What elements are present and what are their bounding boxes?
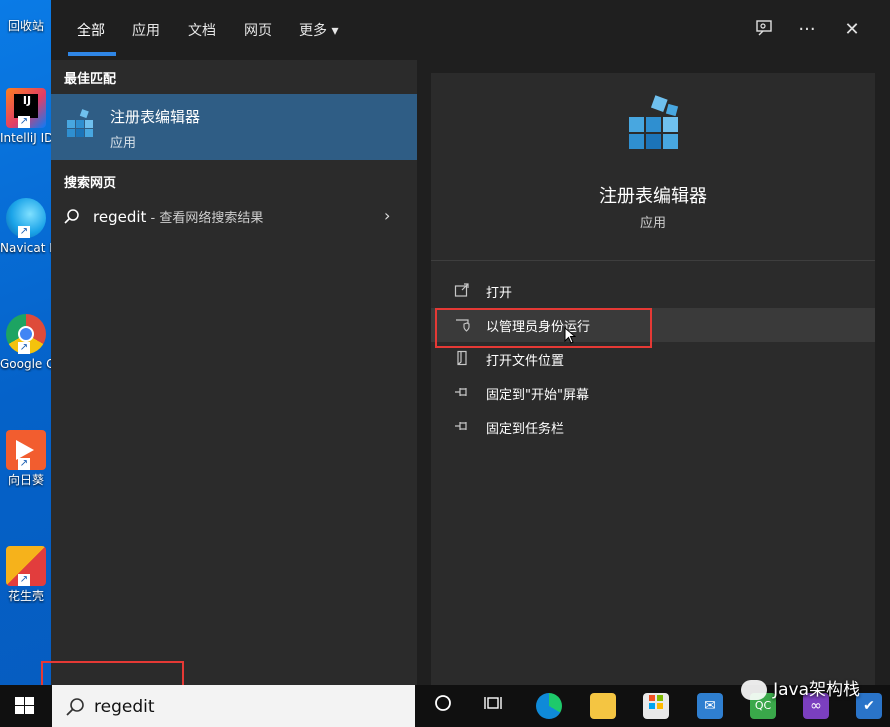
tab-documents[interactable]: 文档 — [188, 20, 216, 40]
windows-start-icon[interactable] — [15, 697, 35, 719]
desktop-icon-navicat[interactable]: ↗ Navicat Premium — [0, 198, 52, 256]
sunlogin-icon: ↗ — [6, 430, 46, 470]
desktop-icon-label: Navicat Premium — [0, 241, 52, 255]
watermark-text: Java架构栈 — [773, 680, 860, 700]
search-filter-bar: 全部 应用 文档 网页 更多 ▾ ··· ✕ — [51, 0, 890, 60]
action-open-label: 打开 — [486, 286, 513, 301]
regedit-icon — [65, 108, 97, 142]
chrome-icon: ↗ — [6, 314, 46, 354]
tab-all[interactable]: 全部 — [77, 20, 105, 40]
edge-icon[interactable] — [536, 693, 562, 719]
shortcut-arrow-icon: ↗ — [18, 574, 30, 586]
desktop-icon-label: Google Chrome — [0, 357, 52, 371]
pin-icon — [453, 384, 471, 402]
desktop-icon-label: IntelliJ IDEA 2020.3.2 — [0, 131, 52, 145]
desktop-icon-label: 向日葵 — [7, 473, 44, 487]
file-location-icon — [453, 350, 471, 368]
best-match-item[interactable]: 注册表编辑器 应用 — [51, 94, 417, 160]
desktop-icon-chrome[interactable]: ↗ Google Chrome — [0, 314, 52, 372]
watermark: Java架构栈 — [741, 675, 860, 700]
microsoft-store-icon[interactable] — [643, 693, 669, 719]
desktop-icon-label: 花生壳 — [7, 589, 44, 603]
tab-more[interactable]: 更多 ▾ — [299, 20, 338, 40]
tab-web[interactable]: 网页 — [244, 20, 272, 40]
action-pin-to-taskbar-label: 固定到任务栏 — [486, 422, 565, 437]
search-input[interactable] — [92, 693, 396, 721]
wechat-icon — [741, 680, 768, 700]
navicat-icon: ↗ — [6, 198, 46, 238]
shortcut-arrow-icon: ↗ — [18, 342, 30, 354]
intellij-icon: IJ ↗ — [6, 88, 46, 128]
chevron-right-icon[interactable]: › — [384, 206, 390, 225]
desktop-icon-oray[interactable]: ↗ 花生壳 — [0, 546, 52, 604]
desktop-icon-label: 回收站 — [7, 19, 44, 33]
taskbar-search-box[interactable] — [52, 685, 415, 727]
section-web-search: 搜索网页 — [64, 176, 117, 191]
web-search-text: regedit - 查看网络搜索结果 — [93, 207, 263, 226]
oray-icon: ↗ — [6, 546, 46, 586]
pin-icon — [453, 418, 471, 436]
active-tab-indicator — [68, 52, 116, 56]
best-match-name: 注册表编辑器 — [110, 108, 201, 126]
close-icon[interactable]: ✕ — [840, 18, 864, 42]
web-search-result[interactable]: regedit - 查看网络搜索结果 › — [51, 202, 417, 232]
desktop-icon-intellij[interactable]: IJ ↗ IntelliJ IDEA 2020.3.2 — [0, 88, 52, 146]
mail-icon[interactable]: ✉ — [697, 693, 723, 719]
shortcut-arrow-icon: ↗ — [18, 458, 30, 470]
results-pane: 最佳匹配 注册表编辑器 应用 搜索网页 regedit - 查看网络搜索结果 › — [51, 60, 417, 685]
section-best-match: 最佳匹配 — [64, 72, 117, 87]
details-pane: 注册表编辑器 应用 打开 以管理员身份运行 打开文件位置 固定到"开始"屏幕 固… — [431, 73, 875, 685]
action-pin-to-start[interactable]: 固定到"开始"屏幕 — [431, 376, 875, 410]
best-match-type: 应用 — [110, 136, 137, 151]
search-icon — [63, 208, 81, 230]
feedback-icon[interactable] — [752, 18, 776, 42]
shortcut-arrow-icon: ↗ — [18, 116, 30, 128]
action-open[interactable]: 打开 — [431, 274, 875, 308]
web-search-suffix: - 查看网络搜索结果 — [146, 211, 264, 226]
action-pin-to-taskbar[interactable]: 固定到任务栏 — [431, 410, 875, 444]
detail-app-type: 应用 — [639, 216, 666, 231]
action-pin-to-start-label: 固定到"开始"屏幕 — [486, 388, 589, 403]
web-search-query: regedit — [93, 208, 147, 226]
action-open-file-location-label: 打开文件位置 — [486, 354, 565, 369]
desktop-icon-recycle-bin[interactable]: 回收站 — [0, 0, 52, 34]
desktop-icon-sunlogin[interactable]: ↗ 向日葵 — [0, 430, 52, 488]
more-options-icon[interactable]: ··· — [795, 18, 819, 42]
detail-app-name: 注册表编辑器 — [599, 186, 707, 207]
divider — [431, 260, 875, 261]
cortana-icon[interactable] — [430, 693, 456, 719]
tab-apps[interactable]: 应用 — [132, 20, 160, 40]
shortcut-arrow-icon: ↗ — [18, 226, 30, 238]
file-explorer-icon[interactable] — [590, 693, 616, 719]
regedit-large-icon — [625, 95, 683, 157]
open-icon — [453, 282, 471, 300]
search-icon — [64, 696, 86, 723]
task-view-icon[interactable] — [480, 693, 506, 719]
highlight-box-run-as-admin — [435, 308, 652, 348]
